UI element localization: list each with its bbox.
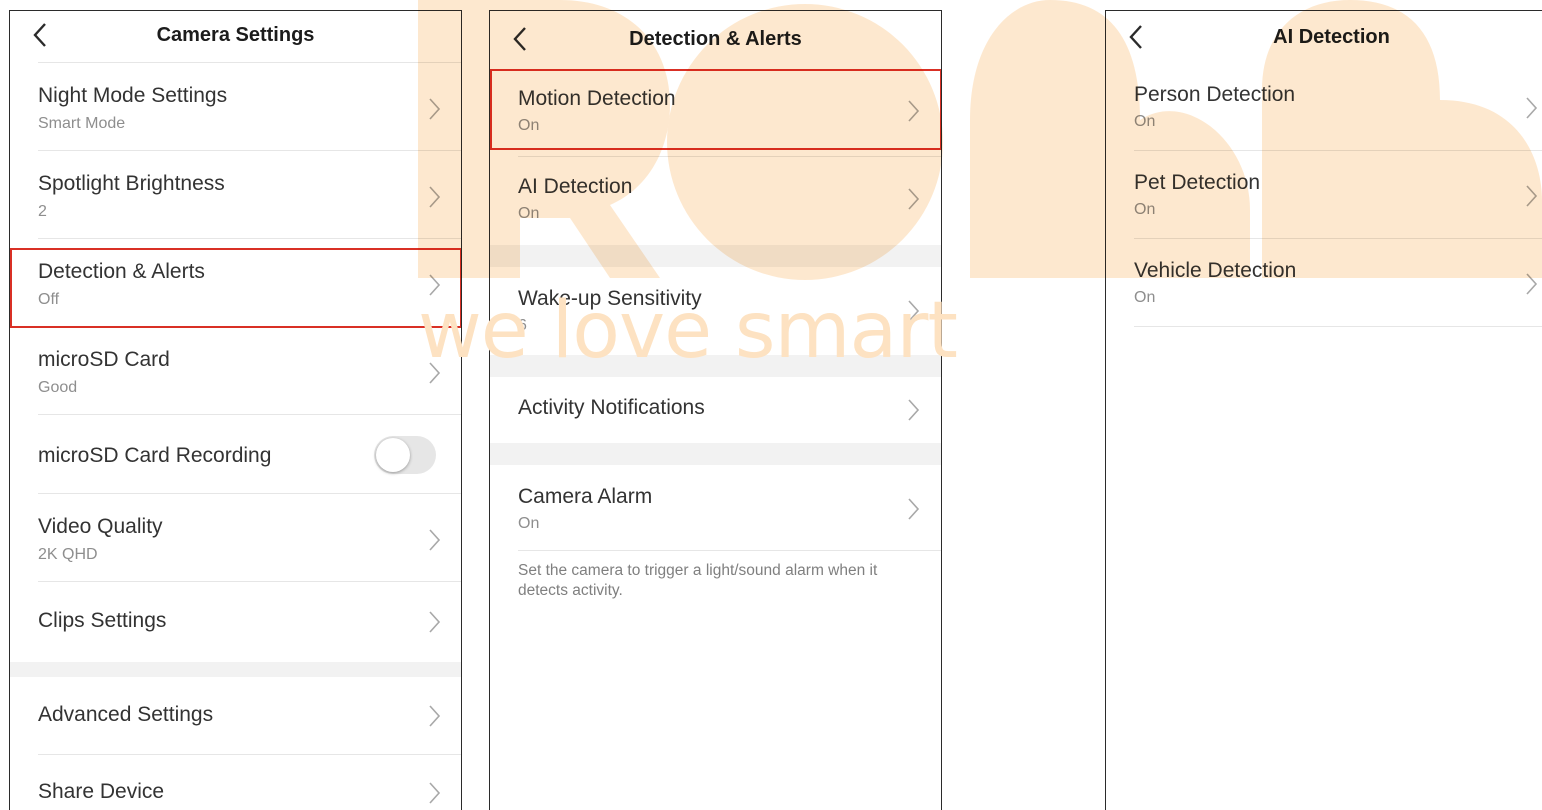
row-label: Activity Notifications [518,396,705,419]
chevron-right-icon [429,98,441,120]
ai-detection-header: AI Detection [1106,11,1542,63]
page-title: AI Detection [1273,26,1390,48]
spotlight-brightness-row[interactable]: Spotlight Brightness 2 [10,151,461,239]
microsd-card-row[interactable]: microSD Card Good [10,327,461,415]
row-label: microSD Card [38,348,170,371]
detection-alerts-screen: Detection & Alerts Motion Detection On A… [489,10,942,810]
microsd-recording-toggle[interactable] [374,436,436,474]
chevron-right-icon [429,705,441,727]
section-gap [490,355,941,377]
row-label: Pet Detection [1134,171,1261,194]
row-label: Spotlight Brightness [38,172,225,195]
chevron-right-icon [429,782,441,804]
row-value: On [1134,289,1156,306]
chevron-right-icon [908,498,920,520]
row-label: Share Device [38,780,165,803]
page-title: Detection & Alerts [629,28,802,50]
row-label: Clips Settings [38,609,167,632]
row-value: 2 [38,203,47,220]
detection-alerts-header: Detection & Alerts [490,11,941,69]
divider [518,550,941,551]
row-label: microSD Card Recording [38,444,272,467]
row-label: Camera Alarm [518,485,653,508]
chevron-right-icon [1526,273,1538,295]
share-device-row[interactable]: Share Device [10,755,461,810]
wake-up-sensitivity-row[interactable]: Wake-up Sensitivity 6 [490,267,941,355]
night-mode-settings-row[interactable]: Night Mode Settings Smart Mode [10,63,461,151]
row-value: 6 [518,317,527,334]
row-label: AI Detection [518,175,633,198]
ai-detection-screen: AI Detection Person Detection On Pet Det… [1105,10,1542,810]
section-gap [490,443,941,465]
toggle-knob [376,438,410,472]
highlight-box [10,248,461,328]
row-label: Advanced Settings [38,703,214,726]
chevron-right-icon [1526,185,1538,207]
row-value: On [518,205,540,222]
camera-alarm-row[interactable]: Camera Alarm On [490,465,941,551]
chevron-right-icon [429,529,441,551]
row-value: 2K QHD [38,546,98,563]
chevron-right-icon [908,300,920,322]
row-value: Good [38,379,78,396]
camera-settings-header: Camera Settings [10,11,461,63]
activity-notifications-row[interactable]: Activity Notifications [490,377,941,443]
chevron-right-icon [429,611,441,633]
row-value: On [518,515,540,532]
chevron-right-icon [908,399,920,421]
divider [1134,326,1542,327]
page-title: Camera Settings [156,24,315,46]
row-value: On [1134,201,1156,218]
vehicle-detection-row[interactable]: Vehicle Detection On [1106,239,1542,327]
chevron-right-icon [429,362,441,384]
row-label: Person Detection [1134,83,1296,106]
advanced-settings-row[interactable]: Advanced Settings [10,677,461,755]
microsd-card-recording-row: microSD Card Recording [10,415,461,494]
row-value: Smart Mode [38,115,126,132]
chevron-right-icon [1526,97,1538,119]
video-quality-row[interactable]: Video Quality 2K QHD [10,494,461,582]
highlight-box [490,69,941,150]
section-gap [490,245,941,267]
section-gap [10,662,461,677]
row-label: Video Quality [38,515,163,538]
pet-detection-row[interactable]: Pet Detection On [1106,151,1542,239]
camera-settings-screen: Camera Settings Night Mode Settings Smar… [9,10,462,810]
person-detection-row[interactable]: Person Detection On [1106,63,1542,151]
chevron-right-icon [429,186,441,208]
row-label: Wake-up Sensitivity [518,287,702,310]
clips-settings-row[interactable]: Clips Settings [10,582,461,662]
chevron-right-icon [908,188,920,210]
ai-detection-row[interactable]: AI Detection On [490,157,941,245]
row-value: On [1134,113,1156,130]
row-label: Vehicle Detection [1134,259,1297,282]
row-label: Night Mode Settings [38,84,228,107]
camera-alarm-description: Set the camera to trigger a light/sound … [518,562,878,599]
